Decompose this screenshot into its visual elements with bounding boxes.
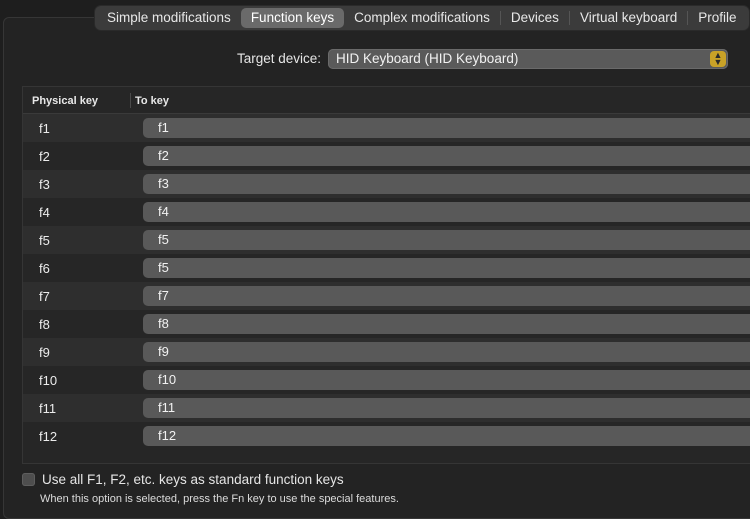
column-divider — [130, 93, 131, 108]
tab-complex-modifications[interactable]: Complex modifications — [344, 8, 500, 28]
table-row: f6 f5 — [23, 254, 750, 282]
table-row: f11 f11 — [23, 394, 750, 422]
table-row: f8 f8 — [23, 310, 750, 338]
table-row: f3 f3 — [23, 170, 750, 198]
physical-key-cell: f11 — [39, 401, 57, 416]
tab-function-keys[interactable]: Function keys — [240, 8, 345, 28]
standard-function-keys-option: Use all F1, F2, etc. keys as standard fu… — [22, 472, 344, 487]
table-row: f2 f2 — [23, 142, 750, 170]
physical-key-cell: f9 — [39, 345, 50, 360]
tab-bar: Simple modifications Function keys Compl… — [95, 6, 749, 30]
tab-virtual-keyboard[interactable]: Virtual keyboard — [570, 8, 687, 28]
physical-key-cell: f7 — [39, 289, 50, 304]
to-key-field[interactable]: f5 — [143, 230, 750, 250]
table-row: f12 f12 — [23, 422, 750, 450]
physical-key-cell: f2 — [39, 149, 50, 164]
table-row: f10 f10 — [23, 366, 750, 394]
table-header: Physical key To key — [23, 87, 750, 114]
to-key-value: f2 — [158, 148, 169, 163]
standard-function-keys-label[interactable]: Use all F1, F2, etc. keys as standard fu… — [42, 472, 344, 487]
to-key-value: f5 — [158, 232, 169, 247]
to-key-value: f12 — [158, 428, 177, 443]
to-key-value: f10 — [158, 372, 177, 387]
tab-profile[interactable]: Profile — [688, 8, 746, 28]
option-description: When this option is selected, press the … — [40, 493, 399, 505]
physical-key-cell: f5 — [39, 233, 50, 248]
physical-key-cell: f3 — [39, 177, 50, 192]
table-row: f5 f5 — [23, 226, 750, 254]
to-key-field[interactable]: f2 — [143, 146, 750, 166]
to-key-field[interactable]: f7 — [143, 286, 750, 306]
target-device-label: Target device: — [237, 51, 322, 66]
up-down-chevron-icon: ▲ ▼ — [710, 51, 726, 67]
physical-key-cell: f1 — [39, 121, 50, 136]
table-row: f1 f1 — [23, 114, 750, 142]
column-header-physical-key[interactable]: Physical key — [32, 95, 98, 107]
to-key-field[interactable]: f1 — [143, 118, 750, 138]
target-device-select[interactable]: HID Keyboard (HID Keyboard) ▲ ▼ — [328, 49, 728, 69]
to-key-field[interactable]: f12 — [143, 426, 750, 446]
to-key-value: f5 — [158, 260, 169, 275]
table-row: f4 f4 — [23, 198, 750, 226]
to-key-field[interactable]: f3 — [143, 174, 750, 194]
physical-key-cell: f12 — [39, 429, 58, 444]
target-device-value: HID Keyboard (HID Keyboard) — [336, 51, 519, 66]
standard-function-keys-checkbox[interactable] — [22, 473, 35, 486]
to-key-field[interactable]: f11 — [143, 398, 750, 418]
to-key-value: f7 — [158, 288, 169, 303]
tab-devices[interactable]: Devices — [501, 8, 569, 28]
to-key-field[interactable]: f5 — [143, 258, 750, 278]
to-key-value: f9 — [158, 344, 169, 359]
physical-key-cell: f6 — [39, 261, 50, 276]
to-key-value: f4 — [158, 204, 169, 219]
to-key-value: f8 — [158, 316, 169, 331]
table-row: f9 f9 — [23, 338, 750, 366]
to-key-field[interactable]: f4 — [143, 202, 750, 222]
table-row: f7 f7 — [23, 282, 750, 310]
column-header-to-key[interactable]: To key — [135, 95, 169, 107]
to-key-field[interactable]: f9 — [143, 342, 750, 362]
to-key-field[interactable]: f10 — [143, 370, 750, 390]
table-body: f1 f1 f2 f2 f3 f3 f4 f4 f5 f5 f6 f5 f7 f… — [23, 114, 750, 450]
to-key-value: f3 — [158, 176, 169, 191]
function-keys-table: Physical key To key f1 f1 f2 f2 f3 f3 f4… — [22, 86, 750, 464]
to-key-value: f1 — [158, 120, 169, 135]
physical-key-cell: f8 — [39, 317, 50, 332]
to-key-value: f11 — [158, 400, 176, 415]
to-key-field[interactable]: f8 — [143, 314, 750, 334]
tab-simple-modifications[interactable]: Simple modifications — [97, 8, 241, 28]
physical-key-cell: f10 — [39, 373, 58, 388]
physical-key-cell: f4 — [39, 205, 50, 220]
